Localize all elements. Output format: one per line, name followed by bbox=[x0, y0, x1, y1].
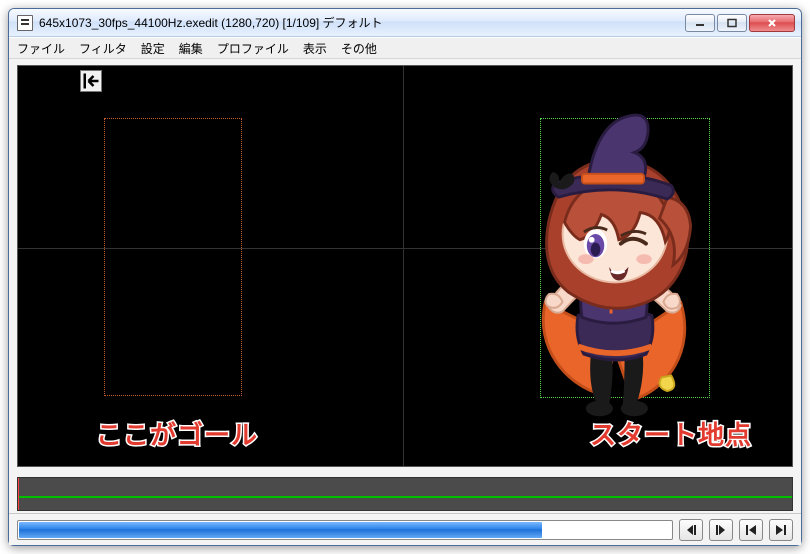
jump-end-icon bbox=[774, 523, 788, 537]
close-icon bbox=[766, 18, 778, 28]
client-area: ここがゴール スタート地点 bbox=[9, 59, 801, 545]
preview-wrap: ここがゴール スタート地点 bbox=[9, 59, 801, 473]
menu-profile[interactable]: プロファイル bbox=[217, 40, 289, 57]
maximize-icon bbox=[726, 18, 738, 28]
jump-start-button[interactable] bbox=[739, 519, 763, 541]
menu-other[interactable]: その他 bbox=[341, 40, 377, 57]
close-button[interactable] bbox=[749, 14, 795, 32]
window-title: 645x1073_30fps_44100Hz.exedit (1280,720)… bbox=[39, 14, 383, 31]
timeline-cursor[interactable] bbox=[18, 478, 19, 510]
window-buttons bbox=[685, 14, 795, 32]
timeline-track[interactable] bbox=[17, 477, 793, 511]
back-to-start-button[interactable] bbox=[80, 70, 102, 92]
maximize-button[interactable] bbox=[717, 14, 747, 32]
step-back-icon bbox=[684, 523, 698, 537]
menubar: ファイル フィルタ 設定 編集 プロファイル 表示 その他 bbox=[9, 37, 801, 59]
crosshair-vertical bbox=[403, 66, 404, 466]
timeline-clip-line bbox=[18, 496, 792, 498]
seek-bar[interactable] bbox=[17, 520, 673, 540]
menu-filter[interactable]: フィルタ bbox=[79, 40, 127, 57]
minimize-button[interactable] bbox=[685, 14, 715, 32]
seek-fill bbox=[19, 522, 542, 538]
character-sprite bbox=[496, 104, 730, 424]
goal-label: ここがゴール bbox=[96, 415, 258, 452]
playback-controls bbox=[9, 513, 801, 545]
step-forward-icon bbox=[714, 523, 728, 537]
back-to-start-icon bbox=[81, 71, 101, 91]
preview-panel[interactable]: ここがゴール スタート地点 bbox=[17, 65, 793, 467]
timeline-area bbox=[9, 473, 801, 513]
goal-bbox bbox=[104, 118, 242, 396]
jump-end-button[interactable] bbox=[769, 519, 793, 541]
start-label: スタート地点 bbox=[590, 415, 752, 452]
app-icon bbox=[17, 15, 33, 31]
menu-settings[interactable]: 設定 bbox=[141, 40, 165, 57]
app-window: 645x1073_30fps_44100Hz.exedit (1280,720)… bbox=[8, 8, 802, 546]
minimize-icon bbox=[694, 18, 706, 28]
jump-start-icon bbox=[744, 523, 758, 537]
menu-view[interactable]: 表示 bbox=[303, 40, 327, 57]
step-back-button[interactable] bbox=[679, 519, 703, 541]
menu-edit[interactable]: 編集 bbox=[179, 40, 203, 57]
menu-file[interactable]: ファイル bbox=[17, 40, 65, 57]
titlebar: 645x1073_30fps_44100Hz.exedit (1280,720)… bbox=[9, 9, 801, 37]
step-forward-button[interactable] bbox=[709, 519, 733, 541]
